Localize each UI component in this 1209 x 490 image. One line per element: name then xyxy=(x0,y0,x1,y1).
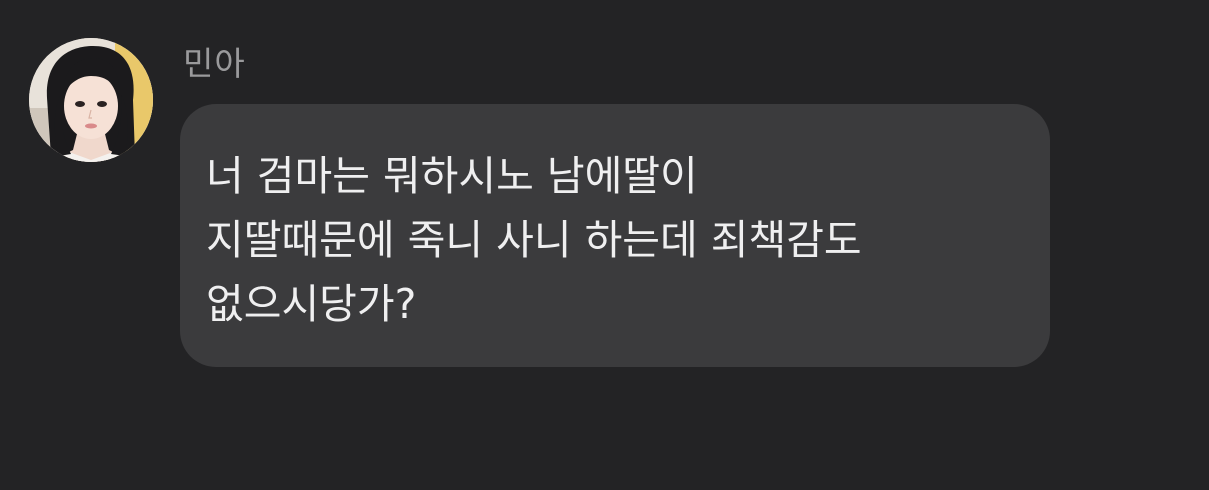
message-line-1: 너 검마는 뭐하시노 남에딸이 xyxy=(206,152,698,200)
avatar[interactable] xyxy=(29,38,153,162)
avatar-photo-icon xyxy=(29,38,153,162)
sender-name: 민아 xyxy=(183,44,246,83)
chat-area: 민아 너 검마는 뭐하시노 남에딸이 지딸때문에 죽니 사니 하는데 죄책감도 … xyxy=(0,0,1209,490)
message-bubble[interactable]: 너 검마는 뭐하시노 남에딸이 지딸때문에 죽니 사니 하는데 죄책감도 없으시… xyxy=(180,104,1050,367)
message-line-3: 없으시당가? xyxy=(206,280,417,328)
message-line-2: 지딸때문에 죽니 사니 하는데 죄책감도 xyxy=(206,216,862,264)
